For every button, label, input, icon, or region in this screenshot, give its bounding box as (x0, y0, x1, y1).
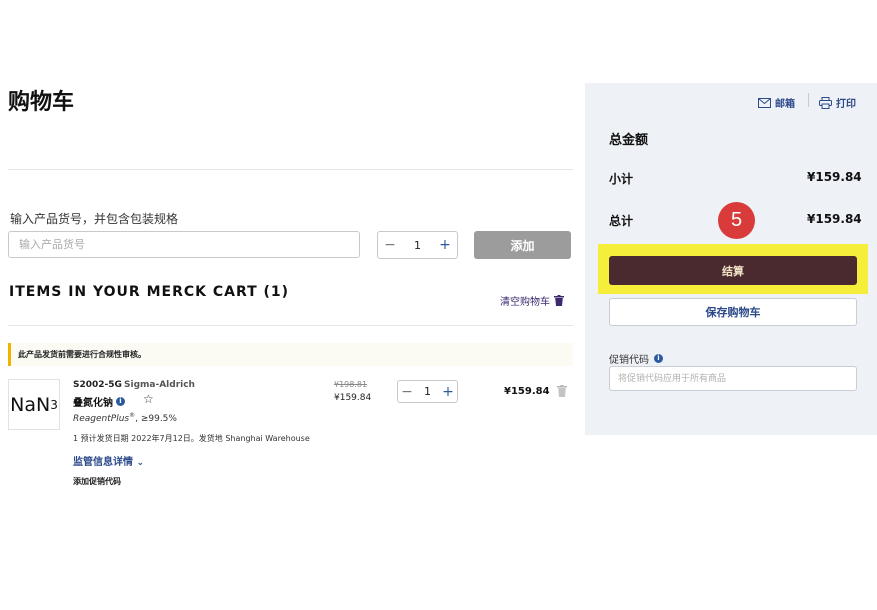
remove-item-trash-icon[interactable] (557, 385, 567, 397)
regulatory-link-label: 监管信息详情 (73, 457, 133, 468)
grade-purity: , ≥99.5% (135, 414, 177, 424)
grade-brand: ReagentPlus (73, 414, 130, 424)
page-title: 购物车 (8, 90, 75, 115)
promo-code-label: 促销代码 i (609, 351, 663, 366)
step-number-badge: 5 (718, 202, 755, 239)
product-grade: ReagentPlus®, ≥99.5% (73, 412, 177, 424)
decrease-quantity-button[interactable]: − (378, 237, 402, 253)
item-quantity-value[interactable]: 1 (424, 385, 431, 398)
clear-cart-label: 清空购物车 (500, 297, 550, 308)
decrease-quantity-button[interactable]: − (398, 384, 416, 400)
info-icon[interactable]: i (116, 397, 125, 406)
current-price: ¥159.84 (334, 393, 372, 403)
line-total: ¥159.84 (504, 386, 550, 397)
sku-quantity-stepper: − 1 + (377, 231, 458, 259)
total-label: 总计 (609, 214, 634, 228)
add-button[interactable]: 添加 (474, 231, 571, 259)
quantity-value[interactable]: 1 (414, 239, 421, 252)
thumbnail-subscript: 3 (50, 397, 58, 412)
divider (8, 169, 573, 170)
chevron-down-icon: ⌄ (136, 458, 145, 468)
printer-icon (819, 96, 832, 109)
email-link[interactable]: 邮箱 (758, 95, 795, 110)
info-icon[interactable]: i (654, 354, 663, 363)
save-cart-button[interactable]: 保存购物车 (609, 298, 857, 326)
promo-code-input[interactable] (609, 366, 857, 391)
total-value: ¥159.84 (807, 212, 862, 226)
checkout-button[interactable]: 结算 (609, 256, 857, 285)
product-sku[interactable]: S2002-5G (73, 380, 122, 390)
item-quantity-stepper: − 1 + (397, 380, 458, 403)
increase-quantity-button[interactable]: + (433, 237, 457, 253)
regulatory-info-link[interactable]: 监管信息详情 ⌄ (73, 453, 144, 468)
sku-entry-label: 输入产品货号，并包含包装规格 (10, 212, 179, 226)
mail-icon (758, 97, 771, 108)
clear-cart-link[interactable]: 清空购物车 (500, 293, 564, 308)
original-price: ¥198.81 (334, 380, 368, 389)
product-name-text: 叠氮化钠 (73, 398, 113, 409)
print-link[interactable]: 打印 (819, 95, 856, 110)
product-thumbnail: NaN 3 (8, 379, 60, 430)
subtotal-label: 小计 (609, 172, 634, 186)
cart-heading: ITEMS IN YOUR MERCK CART (1) (9, 284, 290, 300)
product-brand: Sigma-Aldrich (124, 380, 195, 390)
sku-input[interactable] (8, 231, 360, 258)
promo-code-label-text: 促销代码 (609, 355, 649, 366)
product-name[interactable]: 叠氮化钠 i (73, 394, 125, 409)
print-label: 打印 (836, 99, 856, 110)
thumbnail-formula: NaN (10, 393, 51, 416)
compliance-notice: 此产品发货前需要进行合规性审核。 (8, 343, 573, 366)
summary-title: 总金额 (609, 133, 649, 148)
trash-icon (554, 295, 564, 306)
add-promo-code-link[interactable]: 添加促销代码 (73, 476, 121, 487)
email-label: 邮箱 (775, 99, 795, 110)
increase-quantity-button[interactable]: + (439, 384, 457, 400)
divider (8, 325, 573, 326)
shipping-info: 1 预计发货日期 2022年7月12日。发货地 Shanghai Warehou… (73, 434, 310, 443)
favorite-star-icon[interactable]: ☆ (143, 392, 154, 406)
divider (808, 93, 809, 107)
subtotal-value: ¥159.84 (807, 170, 862, 184)
